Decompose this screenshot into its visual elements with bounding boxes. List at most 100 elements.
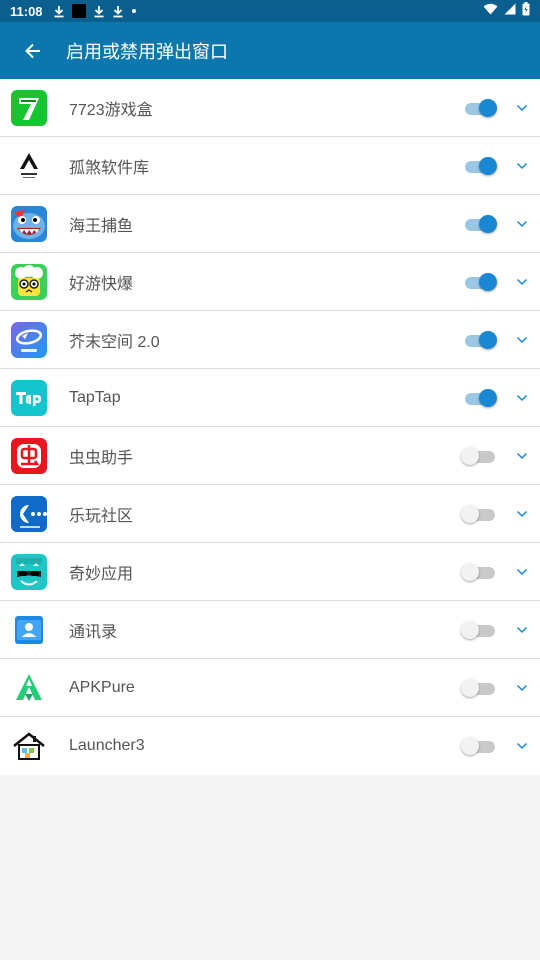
- lewan-icon-graphic: [11, 495, 47, 532]
- popup-toggle[interactable]: [461, 677, 499, 699]
- app-row-7[interactable]: 乐玩社区: [0, 485, 540, 543]
- jiemo-icon-graphic: [11, 321, 47, 358]
- app-name: 虫虫助手: [69, 449, 134, 467]
- app-name: 海王捕鱼: [69, 217, 134, 235]
- toggle-thumb: [461, 504, 479, 523]
- expand-button[interactable]: [511, 97, 533, 119]
- chevron-down-icon: [516, 452, 528, 459]
- popup-toggle[interactable]: [463, 97, 499, 119]
- taptap-icon-graphic: [11, 379, 47, 416]
- toggle-thumb: [479, 330, 497, 349]
- expand-button[interactable]: [511, 387, 533, 409]
- cell-signal-icon: [504, 3, 516, 19]
- expand-button[interactable]: [511, 213, 533, 235]
- app-row-4[interactable]: 芥末空间 2.0: [0, 311, 540, 369]
- popup-toggle[interactable]: [461, 445, 499, 467]
- toggle-thumb: [461, 620, 479, 639]
- status-system-icons: [483, 2, 530, 20]
- dot-icon: [131, 8, 137, 14]
- expand-button[interactable]: [511, 503, 533, 525]
- app-row-5[interactable]: TapTap: [0, 369, 540, 427]
- download-icon: [53, 5, 65, 18]
- gusha-icon: [11, 147, 47, 184]
- shark-fishing-icon: [11, 205, 47, 242]
- app-row-2[interactable]: 海王捕鱼: [0, 195, 540, 253]
- popup-toggle[interactable]: [461, 503, 499, 525]
- gusha-icon-graphic: [11, 147, 47, 184]
- toggle-thumb: [479, 98, 497, 117]
- expand-button[interactable]: [511, 445, 533, 467]
- launcher-icon: [11, 728, 47, 764]
- app-list: 7723游戏盒 孤煞软件库 海王捕鱼 好游快爆 芥末空间 2.0 TapTap …: [0, 79, 540, 775]
- popup-toggle[interactable]: [461, 561, 499, 583]
- expand-button[interactable]: [511, 735, 533, 757]
- app-row-11[interactable]: Launcher3: [0, 717, 540, 775]
- app-row-6[interactable]: 虫虫助手: [0, 427, 540, 485]
- chevron-down-icon: [516, 684, 528, 691]
- chevron-down-icon: [516, 336, 528, 343]
- page-title: 启用或禁用弹出窗口: [66, 41, 228, 63]
- popup-toggle[interactable]: [463, 329, 499, 351]
- battery-icon: [522, 2, 530, 20]
- square-icon: [71, 4, 86, 18]
- chongchong-icon-graphic: [11, 437, 47, 474]
- chevron-down-icon: [516, 278, 528, 285]
- app-row-3[interactable]: 好游快爆: [0, 253, 540, 311]
- popup-toggle[interactable]: [463, 155, 499, 177]
- toggle-thumb: [461, 562, 479, 581]
- wifi-icon: [483, 3, 498, 19]
- chongchong-icon: [11, 437, 47, 474]
- magic-icon-graphic: [11, 553, 47, 590]
- status-notification-icons: [53, 4, 137, 18]
- chevron-down-icon: [516, 394, 528, 401]
- popup-toggle[interactable]: [461, 619, 499, 641]
- contacts-icon-graphic: [11, 611, 47, 648]
- popup-toggle[interactable]: [463, 213, 499, 235]
- arrow-back-icon: [25, 43, 40, 58]
- chevron-down-icon: [516, 568, 528, 575]
- app-row-9[interactable]: 通讯录: [0, 601, 540, 659]
- taptap-icon: [11, 379, 47, 416]
- toggle-thumb: [461, 678, 479, 697]
- app-row-8[interactable]: 奇妙应用: [0, 543, 540, 601]
- app-name: 孤煞软件库: [69, 159, 150, 177]
- popup-toggle[interactable]: [461, 735, 499, 757]
- app-name: Launcher3: [69, 737, 145, 754]
- 7723-icon: [11, 89, 47, 126]
- toggle-thumb: [479, 272, 497, 291]
- download-icon: [93, 5, 105, 18]
- expand-button[interactable]: [511, 677, 533, 699]
- app-name: 好游快爆: [69, 275, 134, 293]
- status-bar: 11:08: [0, 0, 540, 22]
- app-name: TapTap: [69, 388, 121, 406]
- toggle-thumb: [479, 388, 497, 407]
- app-name: APKPure: [69, 678, 135, 696]
- expand-button[interactable]: [511, 619, 533, 641]
- apkpure-icon-graphic: [11, 669, 47, 706]
- app-name: 乐玩社区: [69, 507, 134, 525]
- app-row-0[interactable]: 7723游戏盒: [0, 79, 540, 137]
- contacts-icon: [11, 611, 47, 648]
- app-name: 7723游戏盒: [69, 101, 153, 119]
- app-name: 奇妙应用: [69, 565, 134, 583]
- popup-toggle[interactable]: [463, 387, 499, 409]
- chevron-down-icon: [516, 626, 528, 633]
- chevron-down-icon: [516, 742, 528, 750]
- status-time: 11:08: [10, 3, 43, 19]
- expand-button[interactable]: [511, 155, 533, 177]
- expand-button[interactable]: [511, 329, 533, 351]
- expand-button[interactable]: [511, 561, 533, 583]
- back-button[interactable]: [0, 22, 66, 79]
- lewan-icon: [11, 495, 47, 532]
- launcher-icon-graphic: [11, 728, 47, 764]
- shark-fishing-icon-graphic: [11, 205, 47, 242]
- app-row-10[interactable]: APKPure: [0, 659, 540, 717]
- app-row-1[interactable]: 孤煞软件库: [0, 137, 540, 195]
- toggle-thumb: [461, 446, 479, 465]
- app-bar: 启用或禁用弹出窗口: [0, 22, 540, 79]
- popup-toggle[interactable]: [463, 271, 499, 293]
- toggle-thumb: [479, 214, 497, 233]
- apkpure-icon: [11, 669, 47, 706]
- expand-button[interactable]: [511, 271, 533, 293]
- download-icon: [112, 5, 124, 18]
